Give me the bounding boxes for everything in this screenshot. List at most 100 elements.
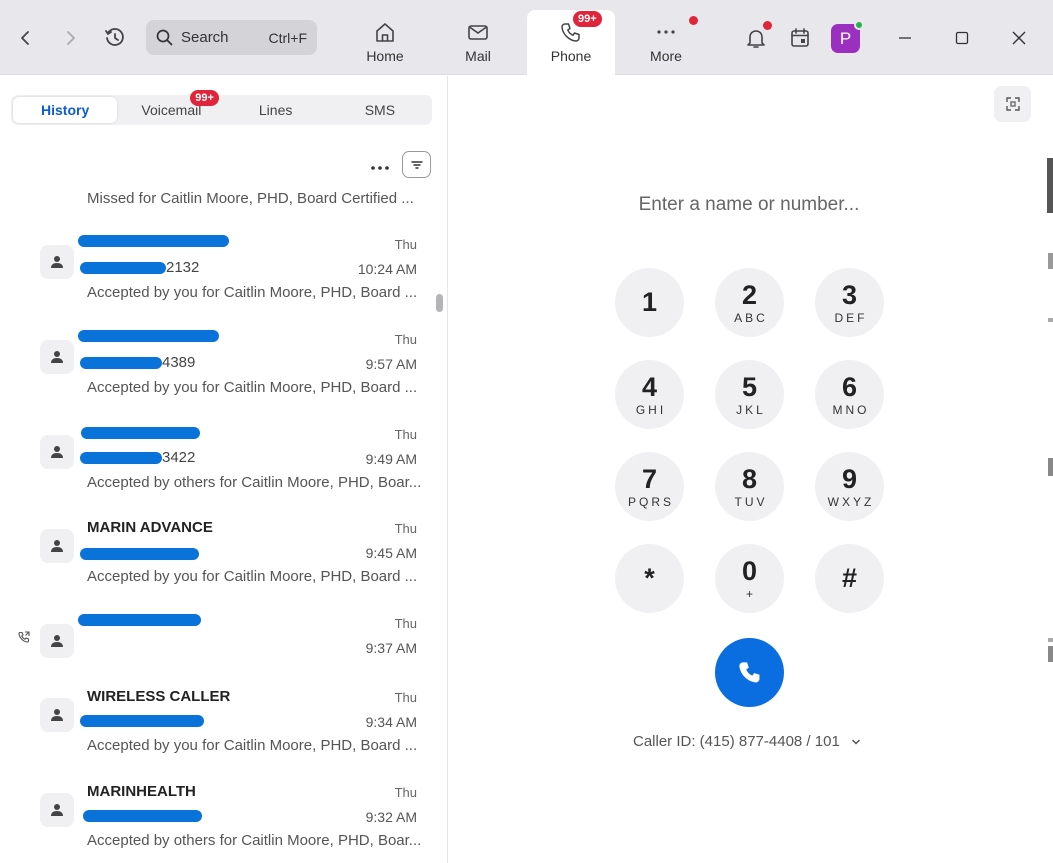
call-time: 10:24 AM: [357, 261, 417, 277]
call-time: 9:49 AM: [365, 451, 417, 467]
contact-avatar: [40, 435, 74, 469]
chevron-down-icon: [851, 739, 860, 745]
filter-button[interactable]: [402, 151, 431, 178]
contact-avatar: [40, 340, 74, 374]
call-history-row[interactable]: WIRELESS CALLER Thu 9:34 AM Accepted by …: [0, 688, 440, 778]
forward-button[interactable]: [58, 24, 84, 52]
person-icon: [51, 351, 63, 363]
call-time: 9:57 AM: [365, 356, 417, 372]
maximize-button[interactable]: [947, 24, 977, 52]
contact-avatar: [40, 698, 74, 732]
dial-key-hash[interactable]: #: [815, 544, 884, 613]
key-letters: +: [745, 586, 756, 601]
call-day: Thu: [394, 237, 417, 252]
caller-name: WIRELESS CALLER: [87, 688, 231, 705]
dial-key-0[interactable]: 0 +: [715, 544, 784, 613]
key-letters: MNO: [832, 402, 870, 417]
tab-sms-label: SMS: [364, 102, 396, 118]
calendar-icon: [791, 28, 809, 47]
person-icon: [51, 540, 63, 552]
key-letters: TUV: [734, 494, 768, 509]
history-panel: History Voicemail 99+ Lines SMS Missed f…: [0, 76, 448, 863]
more-horizontal-icon: [371, 166, 389, 170]
caller-id-selector[interactable]: Caller ID: (415) 877-4408 / 101: [633, 733, 862, 750]
caller-number: 3422: [80, 449, 196, 466]
clock-history-icon: [105, 28, 124, 46]
tab-more[interactable]: More: [622, 10, 710, 75]
dial-key-1[interactable]: 1: [615, 268, 684, 337]
tab-home[interactable]: Home: [341, 10, 429, 75]
tab-sms[interactable]: SMS: [328, 95, 432, 125]
calendar-button[interactable]: [786, 24, 814, 52]
redacted-number: [80, 357, 162, 370]
key-letters: WXYZ: [827, 494, 875, 509]
caller-number-suffix: 2132: [166, 259, 200, 276]
search-label: Search: [181, 29, 229, 46]
call-description: Accepted by you for Caitlin Moore, PHD, …: [87, 284, 418, 301]
back-button[interactable]: [12, 24, 38, 52]
call-history-row[interactable]: 3422 Thu 9:49 AM Accepted by others for …: [0, 425, 440, 515]
tab-phone[interactable]: Phone 99+: [527, 10, 615, 75]
tab-voicemail[interactable]: Voicemail 99+: [119, 90, 223, 125]
person-icon: [51, 635, 63, 647]
dial-key-star[interactable]: *: [615, 544, 684, 613]
redacted-name: [78, 330, 219, 342]
user-avatar[interactable]: P: [831, 20, 864, 53]
dial-key-8[interactable]: 8 TUV: [715, 452, 784, 521]
dial-key-9[interactable]: 9 WXYZ: [815, 452, 884, 521]
search-icon: [156, 29, 173, 46]
dial-key-6[interactable]: 6 MNO: [815, 360, 884, 429]
call-description: Accepted by others for Caitlin Moore, PH…: [87, 832, 422, 849]
person-icon: [51, 804, 63, 816]
key-letters: PQRS: [627, 494, 674, 509]
close-icon: [1012, 31, 1026, 45]
online-status-dot: [854, 20, 864, 30]
call-history-row[interactable]: 4389 Thu 9:57 AM Accepted by you for Cai…: [0, 330, 440, 420]
dial-input[interactable]: Enter a name or number...: [569, 194, 929, 216]
minimize-button[interactable]: [890, 24, 920, 52]
redacted-number: [80, 548, 199, 560]
tab-history[interactable]: History: [13, 97, 118, 123]
key-digit: 8: [741, 463, 758, 494]
dial-key-5[interactable]: 5 JKL: [715, 360, 784, 429]
call-button[interactable]: [715, 638, 784, 707]
close-button[interactable]: [1004, 24, 1034, 52]
dial-key-2[interactable]: 2 ABC: [715, 268, 784, 337]
redacted-name: [78, 614, 201, 626]
more-options-button[interactable]: [370, 156, 390, 177]
call-day: Thu: [394, 690, 417, 705]
tab-history-label: History: [41, 102, 90, 118]
maximize-icon: [955, 31, 969, 45]
phone-call-icon: [738, 661, 759, 682]
phone-badge: 99+: [573, 11, 602, 27]
history-button[interactable]: [100, 24, 130, 52]
dial-key-3[interactable]: 3 DEF: [815, 268, 884, 337]
tab-mail[interactable]: Mail: [434, 10, 522, 75]
call-history-row[interactable]: MARINHEALTH Thu 9:32 AM Accepted by othe…: [0, 783, 440, 863]
more-notification-dot: [689, 16, 698, 25]
dialer-panel: Enter a name or number... 1 2 ABC 3 DEF 4G…: [449, 76, 1053, 863]
tab-home-label: Home: [366, 48, 404, 64]
call-time: 9:32 AM: [365, 809, 417, 825]
dial-key-4[interactable]: 4 GHI: [615, 360, 684, 429]
bell-icon: [747, 30, 765, 48]
call-day: Thu: [394, 785, 417, 800]
chevron-right-icon: [67, 31, 75, 45]
contact-avatar: [40, 624, 74, 658]
tab-lines[interactable]: Lines: [224, 95, 328, 125]
call-history-row[interactable]: 2132 Thu 10:24 AM Accepted by you for Ca…: [0, 235, 440, 325]
key-letters: GHI: [635, 402, 667, 417]
missed-call-description: Missed for Caitlin Moore, PHD, Board Cer…: [87, 190, 414, 207]
caller-number-suffix: 3422: [162, 449, 196, 466]
key-digit: #: [841, 562, 858, 593]
dial-key-7[interactable]: 7 PQRS: [615, 452, 684, 521]
redacted-number: [80, 262, 166, 275]
contact-avatar: [40, 793, 74, 827]
call-day: Thu: [394, 332, 417, 347]
notifications-button[interactable]: [742, 21, 772, 52]
popout-button[interactable]: [994, 86, 1031, 122]
call-history-row[interactable]: MARIN ADVANCE Thu 9:45 AM Accepted by yo…: [0, 519, 440, 609]
call-day: Thu: [394, 616, 417, 631]
search-box[interactable]: Search Ctrl+F: [146, 20, 317, 55]
person-icon: [51, 709, 63, 721]
